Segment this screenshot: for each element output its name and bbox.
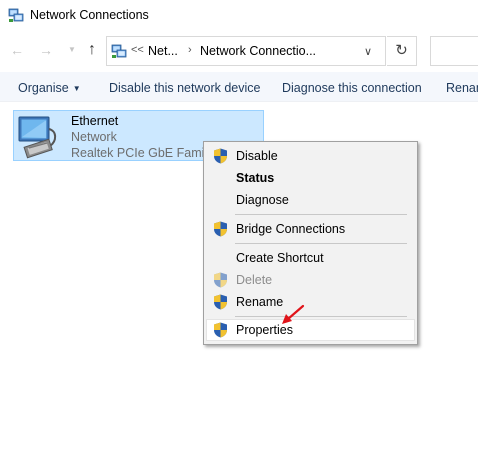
hidden-path-chevron[interactable]: << bbox=[131, 44, 144, 56]
context-menu: Disable Status Diagnose Bridge Connectio… bbox=[203, 141, 418, 345]
menu-item-properties[interactable]: Properties bbox=[206, 319, 415, 341]
navigation-bar: ← → ▼ ↑ << Net... › Network Connectio...… bbox=[0, 32, 478, 70]
rename-connection-button[interactable]: Renam bbox=[446, 81, 478, 95]
command-bar: Organise ▼ Disable this network device Di… bbox=[0, 72, 478, 102]
menu-item-create-shortcut[interactable]: Create Shortcut bbox=[206, 247, 415, 269]
menu-item-label: Status bbox=[236, 171, 275, 185]
recent-locations-chevron-icon[interactable]: ▼ bbox=[64, 42, 80, 58]
search-input[interactable] bbox=[430, 36, 478, 66]
menu-separator bbox=[235, 214, 407, 215]
breadcrumb-network-connections[interactable]: Network Connectio... bbox=[200, 44, 316, 58]
menu-item-label: Bridge Connections bbox=[236, 222, 346, 236]
menu-item-label: Diagnose bbox=[236, 193, 289, 207]
title-bar: Network Connections bbox=[0, 0, 478, 32]
connection-device: Realtek PCIe GbE Family bbox=[71, 146, 214, 160]
connection-name: Ethernet bbox=[71, 114, 119, 128]
window-title: Network Connections bbox=[30, 8, 149, 22]
up-arrow-icon[interactable]: ↑ bbox=[84, 42, 100, 58]
menu-item-diagnose[interactable]: Diagnose bbox=[206, 189, 415, 211]
caret-down-icon: ▼ bbox=[72, 84, 81, 93]
annotation-arrow-icon bbox=[282, 304, 305, 324]
shield-icon bbox=[214, 148, 227, 164]
network-connections-icon bbox=[8, 8, 24, 22]
menu-item-bridge-connections[interactable]: Bridge Connections bbox=[206, 218, 415, 240]
address-history-dropdown-icon[interactable]: ∨ bbox=[357, 43, 379, 61]
back-arrow-icon[interactable]: ← bbox=[9, 42, 25, 58]
refresh-icon[interactable]: ↻ bbox=[387, 36, 417, 66]
ethernet-adapter-icon bbox=[18, 116, 57, 159]
menu-item-label: Create Shortcut bbox=[236, 251, 324, 265]
shield-icon bbox=[214, 272, 227, 288]
address-bar[interactable]: << Net... › Network Connectio... ∨ bbox=[106, 36, 386, 66]
shield-icon bbox=[214, 294, 227, 310]
forward-arrow-icon[interactable]: → bbox=[38, 42, 54, 58]
menu-item-delete[interactable]: Delete bbox=[206, 269, 415, 291]
breadcrumb-separator-icon[interactable]: › bbox=[188, 44, 192, 56]
menu-separator bbox=[235, 316, 407, 317]
organise-menu-button[interactable]: Organise ▼ bbox=[18, 81, 81, 95]
menu-item-disable[interactable]: Disable bbox=[206, 145, 415, 167]
breadcrumb-network[interactable]: Net... bbox=[148, 44, 178, 58]
organise-label: Organise bbox=[18, 81, 69, 95]
shield-icon bbox=[214, 322, 227, 338]
shield-icon bbox=[214, 221, 227, 237]
menu-item-label: Disable bbox=[236, 149, 278, 163]
diagnose-connection-button[interactable]: Diagnose this connection bbox=[282, 81, 422, 95]
disable-device-button[interactable]: Disable this network device bbox=[109, 81, 260, 95]
menu-item-status[interactable]: Status bbox=[206, 167, 415, 189]
menu-item-label: Delete bbox=[236, 273, 273, 287]
connection-status: Network bbox=[71, 130, 117, 144]
menu-separator bbox=[235, 243, 407, 244]
menu-item-rename[interactable]: Rename bbox=[206, 291, 415, 313]
network-connections-icon bbox=[111, 44, 127, 58]
